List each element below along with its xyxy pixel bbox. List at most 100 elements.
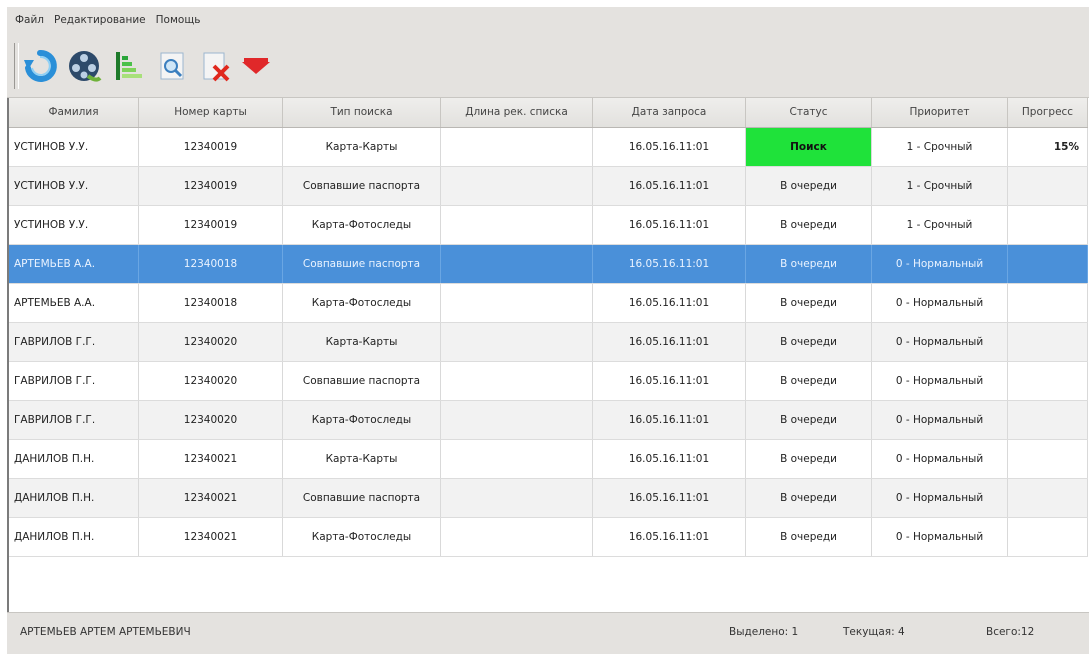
column-header-surname[interactable]: Фамилия	[9, 98, 139, 127]
column-header-request-date[interactable]: Дата запроса	[593, 98, 746, 127]
cell-surname: АРТЕМЬЕВ А.А.	[9, 284, 139, 322]
cell-surname: ДАНИЛОВ П.Н.	[9, 518, 139, 556]
cell-list-length	[441, 284, 593, 322]
cell-priority: 1 - Срочный	[872, 206, 1008, 244]
cell-progress	[1008, 518, 1088, 556]
cell-status: В очереди	[746, 206, 872, 244]
cell-priority: 0 - Нормальный	[872, 479, 1008, 517]
film-button[interactable]	[64, 45, 104, 87]
table-row[interactable]: ДАНИЛОВ П.Н. 12340021 Карта-Карты 16.05.16.…	[9, 440, 1088, 479]
column-header-card-number[interactable]: Номер карты	[139, 98, 283, 127]
delete-button[interactable]	[196, 45, 236, 87]
sort-bars-icon	[116, 52, 142, 80]
app-window: Файл Редактирование Помощь Фамилия Номер…	[0, 0, 1089, 654]
cell-list-length	[441, 479, 593, 517]
table-row[interactable]: АРТЕМЬЕВ А.А. 12340018 Карта-Фотоследы 16.0…	[9, 284, 1088, 323]
cell-progress	[1008, 167, 1088, 205]
table-row[interactable]: АРТЕМЬЕВ А.А. 12340018 Совпавшие паспорта 1…	[9, 245, 1088, 284]
cell-priority: 0 - Нормальный	[872, 440, 1008, 478]
toolbar	[7, 33, 1089, 98]
menu-edit[interactable]: Редактирование	[49, 14, 151, 26]
cell-priority: 1 - Срочный	[872, 167, 1008, 205]
cell-list-length	[441, 206, 593, 244]
table-row[interactable]: УСТИНОВ У.У. 12340019 Совпавшие паспорта 16…	[9, 167, 1088, 206]
cell-card-number: 12340020	[139, 401, 283, 439]
cell-status: В очереди	[746, 479, 872, 517]
column-header-status[interactable]: Статус	[746, 98, 872, 127]
cell-surname: ГАВРИЛОВ Г.Г.	[9, 323, 139, 361]
cell-search-type: Карта-Карты	[283, 323, 441, 361]
column-header-priority[interactable]: Приоритет	[872, 98, 1008, 127]
status-selected-count: Выделено: 1	[729, 626, 799, 638]
table-row[interactable]: ГАВРИЛОВ Г.Г. 12340020 Совпавшие паспорта 1…	[9, 362, 1088, 401]
cell-priority: 0 - Нормальный	[872, 401, 1008, 439]
cell-status: В очереди	[746, 440, 872, 478]
cell-card-number: 12340021	[139, 440, 283, 478]
cell-list-length	[441, 323, 593, 361]
cell-progress	[1008, 206, 1088, 244]
cell-request-date: 16.05.16.11:01	[593, 362, 746, 400]
status-current-row: Текущая: 4	[843, 626, 905, 638]
cell-card-number: 12340019	[139, 167, 283, 205]
cell-request-date: 16.05.16.11:01	[593, 518, 746, 556]
table-row[interactable]: ДАНИЛОВ П.Н. 12340021 Карта-Фотоследы 16.05…	[9, 518, 1088, 557]
column-header-search-type[interactable]: Тип поиска	[283, 98, 441, 127]
cell-search-type: Карта-Фотоследы	[283, 284, 441, 322]
cell-progress	[1008, 323, 1088, 361]
cell-status: В очереди	[746, 284, 872, 322]
priority-button[interactable]	[236, 45, 276, 87]
column-header-progress[interactable]: Прогресс	[1008, 98, 1088, 127]
refresh-button[interactable]	[20, 45, 60, 87]
cell-card-number: 12340021	[139, 479, 283, 517]
cell-surname: УСТИНОВ У.У.	[9, 206, 139, 244]
cell-priority: 0 - Нормальный	[872, 362, 1008, 400]
status-total-count: Всего:12	[986, 626, 1035, 638]
cell-surname: ДАНИЛОВ П.Н.	[9, 479, 139, 517]
cell-card-number: 12340020	[139, 362, 283, 400]
cell-priority: 0 - Нормальный	[872, 518, 1008, 556]
cell-status: В очереди	[746, 167, 872, 205]
table-header: Фамилия Номер карты Тип поиска Длина рек…	[9, 98, 1088, 128]
toolbar-grip	[14, 43, 19, 89]
cell-search-type: Карта-Карты	[283, 128, 441, 166]
status-current-user: АРТЕМЬЕВ АРТЕМ АРТЕМЬЕВИЧ	[20, 626, 191, 638]
menu-help[interactable]: Помощь	[151, 14, 206, 26]
table-row[interactable]: УСТИНОВ У.У. 12340019 Карта-Карты 16.05.16.…	[9, 128, 1088, 167]
table-row[interactable]: ДАНИЛОВ П.Н. 12340021 Совпавшие паспорта 16…	[9, 479, 1088, 518]
cell-card-number: 12340021	[139, 518, 283, 556]
cell-list-length	[441, 245, 593, 283]
cell-status: В очереди	[746, 401, 872, 439]
column-header-list-length[interactable]: Длина рек. списка	[441, 98, 593, 127]
sort-button[interactable]	[108, 45, 148, 87]
cell-search-type: Совпавшие паспорта	[283, 167, 441, 205]
cell-search-type: Совпавшие паспорта	[283, 479, 441, 517]
cell-list-length	[441, 167, 593, 205]
window-left-margin	[0, 0, 7, 653]
cell-request-date: 16.05.16.11:01	[593, 206, 746, 244]
delete-document-icon	[203, 52, 230, 82]
find-button[interactable]	[152, 45, 192, 87]
cell-list-length	[441, 362, 593, 400]
cell-search-type: Карта-Карты	[283, 440, 441, 478]
cell-request-date: 16.05.16.11:01	[593, 401, 746, 439]
film-reel-icon	[69, 51, 102, 82]
table-row[interactable]: ГАВРИЛОВ Г.Г. 12340020 Карта-Фотоследы 16.0…	[9, 401, 1088, 440]
cell-surname: УСТИНОВ У.У.	[9, 167, 139, 205]
cell-status: В очереди	[746, 362, 872, 400]
cell-status: В очереди	[746, 245, 872, 283]
cell-card-number: 12340018	[139, 284, 283, 322]
table-row[interactable]: ГАВРИЛОВ Г.Г. 12340020 Карта-Карты 16.05.16…	[9, 323, 1088, 362]
cell-search-type: Совпавшие паспорта	[283, 245, 441, 283]
cell-status: В очереди	[746, 518, 872, 556]
red-arrow-down-icon	[242, 58, 270, 74]
cell-progress	[1008, 245, 1088, 283]
cell-surname: АРТЕМЬЕВ А.А.	[9, 245, 139, 283]
cell-progress	[1008, 440, 1088, 478]
menu-file[interactable]: Файл	[7, 14, 49, 26]
cell-list-length	[441, 401, 593, 439]
cell-surname: ДАНИЛОВ П.Н.	[9, 440, 139, 478]
cell-request-date: 16.05.16.11:01	[593, 440, 746, 478]
cell-request-date: 16.05.16.11:01	[593, 479, 746, 517]
table-row[interactable]: УСТИНОВ У.У. 12340019 Карта-Фотоследы 16.05…	[9, 206, 1088, 245]
cell-request-date: 16.05.16.11:01	[593, 284, 746, 322]
